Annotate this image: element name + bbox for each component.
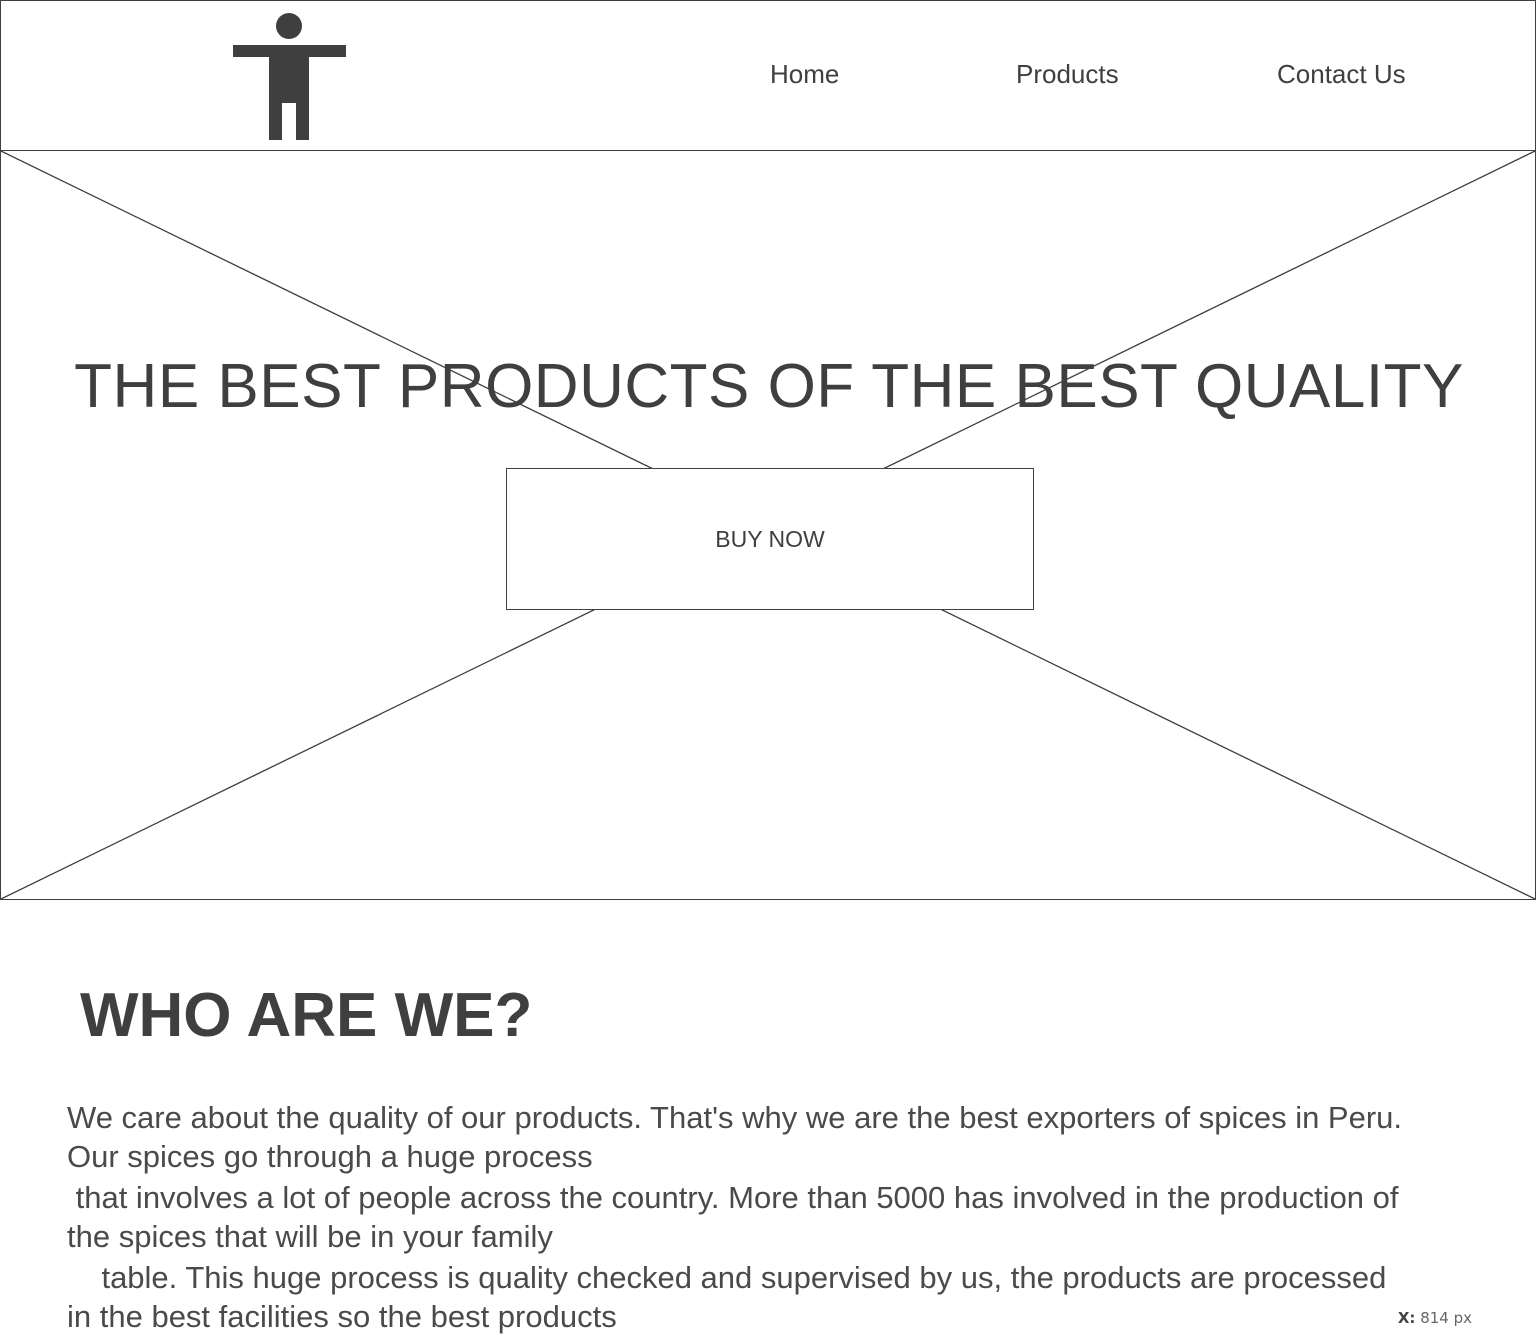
nav-contact-us-link[interactable]: Contact Us <box>1277 59 1406 90</box>
about-line: that involves a lot of people across the… <box>67 1180 1399 1215</box>
hero-title: THE BEST PRODUCTS OF THE BEST QUALITY <box>74 352 1464 421</box>
hero-section: THE BEST PRODUCTS OF THE BEST QUALITY BU… <box>0 150 1536 900</box>
about-line: Our spices go through a huge process <box>67 1139 593 1174</box>
about-line: We care about the quality of our product… <box>67 1100 1403 1135</box>
about-paragraph: We care about the quality of our product… <box>67 1098 1529 1336</box>
about-line: the spices that will be in your family <box>67 1219 553 1254</box>
buy-now-button[interactable]: BUY NOW <box>506 468 1034 610</box>
person-arms-out-icon[interactable] <box>231 13 347 141</box>
wireframe-page: Home Products Contact Us THE BEST PRODUC… <box>0 0 1536 1341</box>
coordinate-value: 814 px <box>1420 1309 1472 1327</box>
site-header: Home Products Contact Us <box>0 0 1536 151</box>
about-line: table. This huge process is quality chec… <box>67 1260 1387 1295</box>
nav-products-link[interactable]: Products <box>1016 59 1119 90</box>
coordinate-readout: X: 814 px <box>1398 1309 1472 1327</box>
nav-home-link[interactable]: Home <box>770 59 839 90</box>
about-line: in the best facilities so the best produ… <box>67 1299 617 1334</box>
coordinate-label: X: <box>1397 1309 1416 1327</box>
about-heading: WHO ARE WE? <box>80 981 533 1050</box>
